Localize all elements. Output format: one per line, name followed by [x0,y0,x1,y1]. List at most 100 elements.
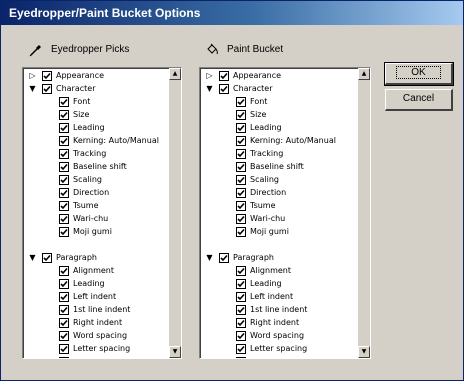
checkbox[interactable] [59,149,69,159]
checkbox[interactable] [59,136,69,146]
checkbox[interactable] [59,266,69,276]
checkmark-icon [220,72,228,80]
checkbox[interactable] [42,253,52,263]
checkmark-icon [237,176,245,184]
checkbox[interactable] [236,357,246,358]
checkbox[interactable] [219,84,229,94]
list-item: Left indent [200,290,346,303]
paintbucket-scrollbar[interactable]: ▲ ▼ [358,68,370,358]
checkbox[interactable] [236,97,246,107]
checkbox[interactable] [59,227,69,237]
list-item: Font [23,95,169,108]
list-item-label: Leading [250,123,282,132]
list-item-label: Alignment [250,266,291,275]
checkbox[interactable] [236,331,246,341]
triangle-down-icon[interactable]: ▼ [28,253,37,262]
checkbox[interactable] [236,175,246,185]
checkbox[interactable] [59,344,69,354]
list-item-label: Kerning: Auto/Manual [73,136,159,145]
list-group-row: ▼ Character [200,82,346,95]
list-item-label: 1st line indent [73,305,131,314]
scroll-up-arrow-icon[interactable]: ▲ [358,68,370,80]
list-item-label: Word spacing [73,331,128,340]
checkbox[interactable] [59,292,69,302]
list-item: Leading [23,277,169,290]
checkbox[interactable] [59,162,69,172]
checkbox[interactable] [236,279,246,289]
checkmark-icon [60,111,68,119]
checkbox[interactable] [236,318,246,328]
checkbox[interactable] [219,253,229,263]
triangle-right-icon[interactable]: ▷ [205,71,214,80]
checkmark-icon [60,137,68,145]
checkbox[interactable] [236,266,246,276]
list-item: Letter spacing [23,342,169,355]
triangle-right-icon[interactable]: ▷ [28,71,37,80]
checkmark-icon [60,189,68,197]
checkbox[interactable] [59,331,69,341]
checkbox[interactable] [219,71,229,81]
checkbox[interactable] [236,214,246,224]
checkbox[interactable] [59,201,69,211]
list-item-label: Scaling [73,175,102,184]
checkbox[interactable] [236,344,246,354]
checkbox[interactable] [59,214,69,224]
checkbox[interactable] [59,188,69,198]
triangle-down-icon[interactable]: ▼ [205,253,214,262]
checkbox[interactable] [236,123,246,133]
checkbox[interactable] [236,149,246,159]
checkbox[interactable] [236,227,246,237]
checkbox[interactable] [236,136,246,146]
checkmark-icon [237,280,245,288]
checkmark-icon [237,215,245,223]
list-item: Wari-chu [200,212,346,225]
list-item-label: Paragraph [56,253,97,262]
list-item: Moji gumi [23,225,169,238]
list-item-label: Right indent [73,318,123,327]
triangle-down-icon[interactable]: ▼ [28,84,37,93]
list-item-label: Font [250,97,268,106]
scroll-up-arrow-icon[interactable]: ▲ [169,68,181,80]
eyedropper-heading: Eyedropper Picks [51,44,130,55]
checkbox[interactable] [59,110,69,120]
checkbox[interactable] [236,292,246,302]
checkmark-icon [237,228,245,236]
checkbox[interactable] [59,318,69,328]
checkbox[interactable] [42,84,52,94]
list-item: Letter spacing [200,342,346,355]
list-item-label: Letter spacing [250,344,308,353]
checkbox[interactable] [236,162,246,172]
checkbox[interactable] [236,110,246,120]
eyedropper-list[interactable]: ▷ Appearance ▼ Character Font Size Leading Kern… [22,67,182,359]
cancel-button[interactable]: Cancel [385,89,453,111]
checkmark-icon [237,306,245,314]
checkbox[interactable] [236,305,246,315]
list-item: Wari-chu [23,212,169,225]
checkbox[interactable] [236,188,246,198]
eyedropper-scrollbar[interactable]: ▲ ▼ [169,68,181,358]
scroll-down-arrow-icon[interactable]: ▼ [358,346,370,358]
paintbucket-list[interactable]: ▷ Appearance ▼ Character Font Size Leading Kern… [199,67,371,359]
checkbox[interactable] [59,305,69,315]
checkbox[interactable] [59,97,69,107]
list-group-row: ▼ Character [23,82,169,95]
checkbox[interactable] [42,71,52,81]
list-item-label: Character [56,84,96,93]
ok-button[interactable]: OK [384,62,454,86]
list-item [200,238,346,251]
checkbox[interactable] [59,123,69,133]
list-item: Font [200,95,346,108]
checkbox[interactable] [59,175,69,185]
scroll-down-arrow-icon[interactable]: ▼ [169,346,181,358]
list-item-label: Direction [250,188,287,197]
list-item-label: Alignment [73,266,114,275]
checkmark-icon [60,306,68,314]
options-dialog: Eyedropper/Paint Bucket Options Eyedropp… [0,0,464,381]
list-item-label: Leading [250,279,282,288]
checkbox[interactable] [59,357,69,358]
checkbox[interactable] [236,201,246,211]
list-item: Right indent [23,316,169,329]
checkbox[interactable] [59,279,69,289]
triangle-down-icon[interactable]: ▼ [205,84,214,93]
list-item: Tracking [23,147,169,160]
